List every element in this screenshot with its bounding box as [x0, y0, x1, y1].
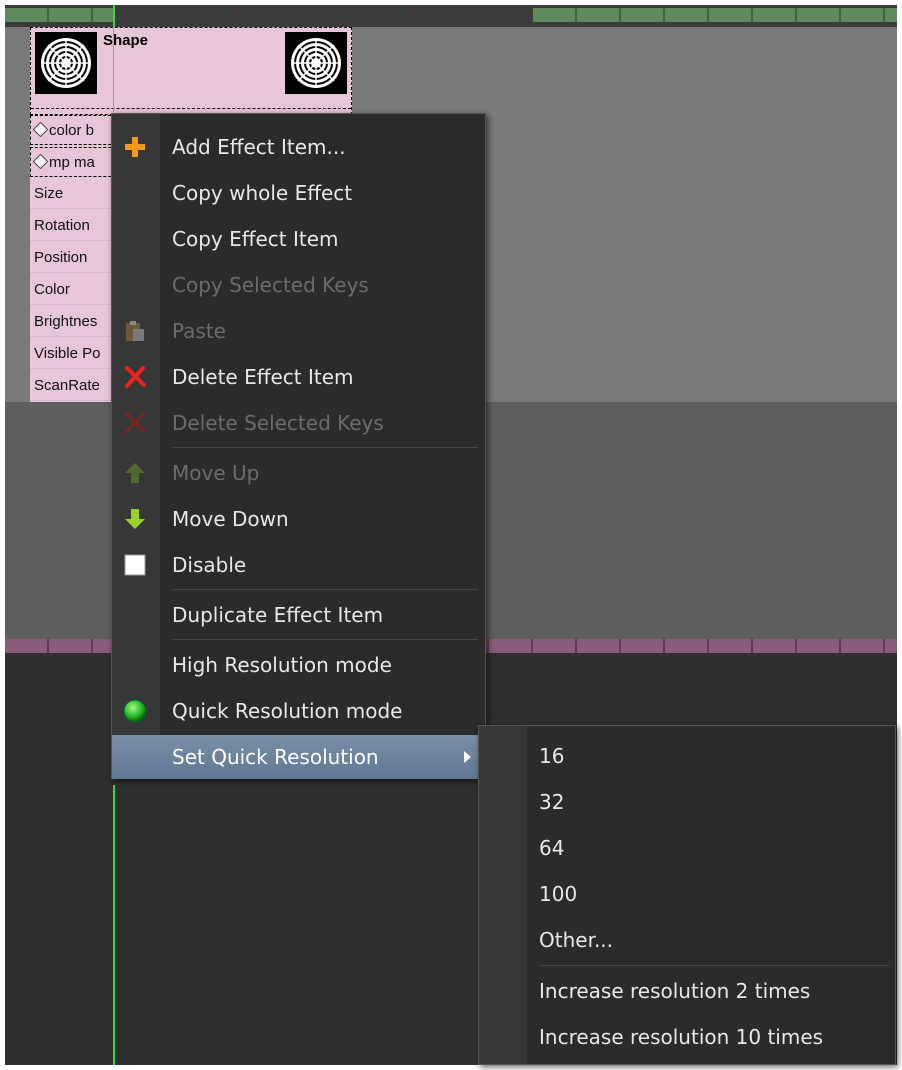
playhead-line[interactable]: [113, 785, 115, 1065]
effect-node-shape[interactable]: Shape: [30, 27, 352, 115]
delete-x-icon: [125, 366, 146, 388]
effect-parameter-list: color b mp ma Size Rotation Position Col…: [30, 115, 116, 402]
param-brightness[interactable]: Brightnes: [30, 307, 116, 337]
spiral-icon: [41, 38, 91, 88]
param-size[interactable]: Size: [30, 179, 116, 209]
menu-item-delete-effect-item[interactable]: Delete Effect Item: [112, 355, 485, 399]
menu-separator: [172, 639, 478, 640]
shape-thumbnail: [35, 32, 97, 94]
spiral-icon: [291, 38, 341, 88]
keyframe-diamond-icon[interactable]: [32, 121, 49, 137]
menu-separator: [172, 447, 478, 448]
param-visible-points[interactable]: Visible Po: [30, 339, 116, 369]
submenu-item-64[interactable]: 64: [479, 826, 895, 870]
menu-item-add-effect-item[interactable]: Add Effect Item...: [112, 125, 485, 169]
timeline-ticks: [5, 8, 897, 22]
menu-separator: [172, 589, 478, 590]
menu-item-copy-whole-effect[interactable]: Copy whole Effect: [112, 171, 485, 215]
plus-icon: [125, 137, 145, 157]
menu-item-set-quick-resolution[interactable]: Set Quick Resolution: [112, 735, 485, 779]
menu-item-high-resolution-mode[interactable]: High Resolution mode: [112, 643, 485, 687]
menu-item-copy-effect-item[interactable]: Copy Effect Item: [112, 217, 485, 261]
playhead-line-node: [113, 27, 114, 112]
submenu-item-increase-10x[interactable]: Increase resolution 10 times: [479, 1015, 895, 1059]
menu-item-disable[interactable]: Disable: [112, 543, 485, 587]
menu-separator: [539, 965, 889, 966]
playhead-marker[interactable]: [113, 5, 115, 27]
submenu-item-other[interactable]: Other...: [479, 918, 895, 962]
submenu-quick-resolution: 16 32 64 100 Other... Increase resolutio…: [478, 725, 896, 1065]
radio-dot-icon: [123, 699, 147, 723]
arrow-up-icon: [125, 463, 145, 483]
menu-item-paste: Paste: [112, 309, 485, 353]
menu-item-delete-selected-keys: Delete Selected Keys: [112, 401, 485, 445]
submenu-item-increase-2x[interactable]: Increase resolution 2 times: [479, 969, 895, 1013]
menu-item-duplicate-effect-item[interactable]: Duplicate Effect Item: [112, 593, 485, 637]
arrow-down-icon: [125, 509, 145, 529]
shape-thumbnail-output: [285, 32, 347, 94]
delete-x-icon: [125, 412, 146, 434]
effect-node-title: Shape: [103, 32, 149, 49]
timeline-ruler-top[interactable]: [5, 5, 897, 27]
submenu-item-32[interactable]: 32: [479, 780, 895, 824]
param-position[interactable]: Position: [30, 243, 116, 273]
checkbox-icon[interactable]: [123, 553, 147, 577]
param-color[interactable]: Color: [30, 275, 116, 305]
submenu-item-100[interactable]: 100: [479, 872, 895, 916]
submenu-arrow-icon: [464, 751, 471, 763]
menu-item-copy-selected-keys: Copy Selected Keys: [172, 273, 369, 297]
param-map[interactable]: mp ma: [30, 147, 116, 177]
param-rotation[interactable]: Rotation: [30, 211, 116, 241]
context-menu: Add Effect Item... Copy whole Effect Cop…: [111, 113, 486, 779]
param-color-b[interactable]: color b: [30, 115, 116, 145]
menu-item-move-up: Move Up: [112, 451, 485, 495]
param-scanrate[interactable]: ScanRate: [30, 371, 116, 401]
menu-item-quick-resolution-mode[interactable]: Quick Resolution mode: [112, 689, 485, 733]
menu-item-move-down[interactable]: Move Down: [112, 497, 485, 541]
clipboard-icon: [126, 321, 144, 341]
keyframe-diamond-icon[interactable]: [32, 153, 49, 169]
submenu-item-16[interactable]: 16: [479, 734, 895, 778]
